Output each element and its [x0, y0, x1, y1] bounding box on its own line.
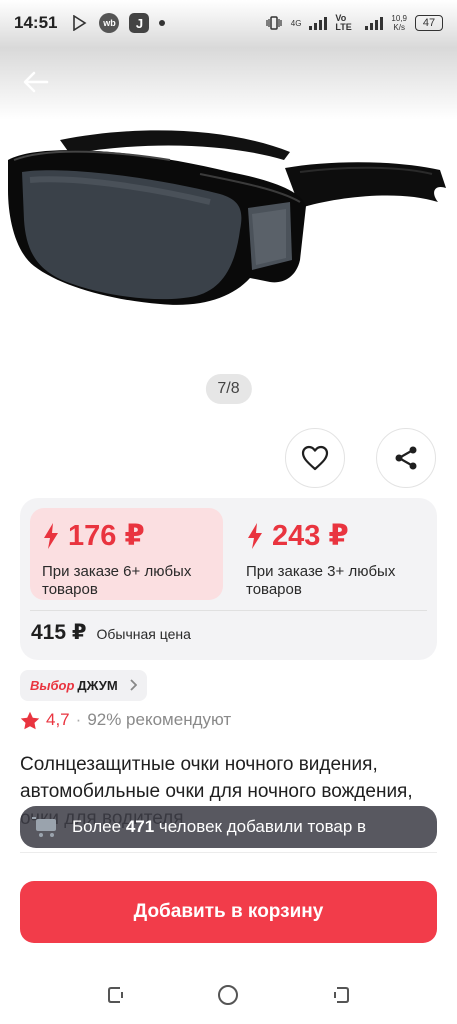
share-icon: [395, 446, 417, 470]
more-notifications-icon: [159, 20, 166, 26]
price-value: 243 ₽: [272, 520, 349, 552]
price-option-6plus[interactable]: 176 ₽ При заказе 6+ любых товаров: [30, 508, 223, 600]
battery-icon: 47: [415, 15, 443, 31]
back-icon: [334, 986, 350, 1003]
choice-badge[interactable]: Выбор ДЖУМ: [20, 670, 147, 701]
price-value: 176 ₽: [68, 520, 145, 552]
home-icon: [218, 984, 239, 1005]
add-to-cart-button[interactable]: Добавить в корзину: [20, 881, 437, 943]
signal-icon: [309, 16, 328, 30]
signal-icon-2: [365, 16, 384, 30]
regular-price: 415 ₽: [31, 621, 87, 644]
chevron-right-icon: [129, 678, 137, 694]
recents-button[interactable]: [105, 984, 127, 1011]
social-proof-toast: Более 471 человек добавили товар в: [20, 806, 437, 848]
divider: [30, 610, 427, 611]
system-status: 4G Vo LTE 10,9 K/s 47: [265, 14, 443, 32]
network-4g-label: 4G: [290, 18, 302, 28]
product-image[interactable]: [0, 110, 457, 350]
lightning-icon: [248, 522, 262, 549]
regular-price-label: Обычная цена: [96, 626, 191, 642]
rating-separator: ·: [75, 710, 82, 729]
price-card: 176 ₽ При заказе 6+ любых товаров 243 ₽ …: [20, 498, 437, 660]
system-nav-bar: [0, 970, 457, 1024]
image-counter: 7/8: [205, 374, 252, 404]
status-bar: 14:51 wb J 4G Vo LTE 10,9 K/s 47: [0, 0, 457, 46]
rating-row[interactable]: 4,7 · 92% рекомендуют: [20, 710, 231, 730]
status-time: 14:51: [14, 13, 58, 32]
back-nav-button[interactable]: [330, 984, 352, 1011]
heart-icon: [301, 445, 329, 471]
notification-icons: wb J: [69, 13, 166, 33]
play-store-icon: [69, 13, 89, 33]
price-caption: При заказе 3+ любых товаров: [246, 563, 396, 598]
cart-icon: [32, 817, 56, 837]
home-button[interactable]: [216, 983, 240, 1012]
star-icon: [20, 711, 40, 729]
wb-app-icon: wb: [99, 13, 120, 33]
lightning-icon: [44, 522, 58, 549]
share-button[interactable]: [376, 428, 436, 488]
j-app-icon: J: [129, 13, 150, 33]
price-caption: При заказе 6+ любых товаров: [42, 563, 192, 598]
choice-name: ДЖУМ: [77, 678, 118, 693]
recommend-text: 92% рекомендуют: [87, 710, 232, 729]
choice-brand: Выбор: [30, 678, 75, 693]
price-option-3plus[interactable]: 243 ₽ При заказе 3+ любых товаров: [234, 508, 429, 600]
vibrate-icon: [266, 16, 282, 30]
toast-text: Более 471 человек добавили товар в: [72, 817, 367, 836]
recents-icon: [107, 986, 123, 1003]
arrow-left-icon: [23, 71, 49, 93]
divider: [20, 852, 437, 853]
rating-value: 4,7: [46, 710, 70, 729]
regular-price-row: 415 ₽ Обычная цена: [31, 620, 191, 645]
back-button[interactable]: [18, 64, 54, 100]
favorite-button[interactable]: [285, 428, 345, 488]
net-speed: 10,9 K/s: [391, 14, 407, 32]
volte-label: Vo LTE: [335, 13, 352, 32]
